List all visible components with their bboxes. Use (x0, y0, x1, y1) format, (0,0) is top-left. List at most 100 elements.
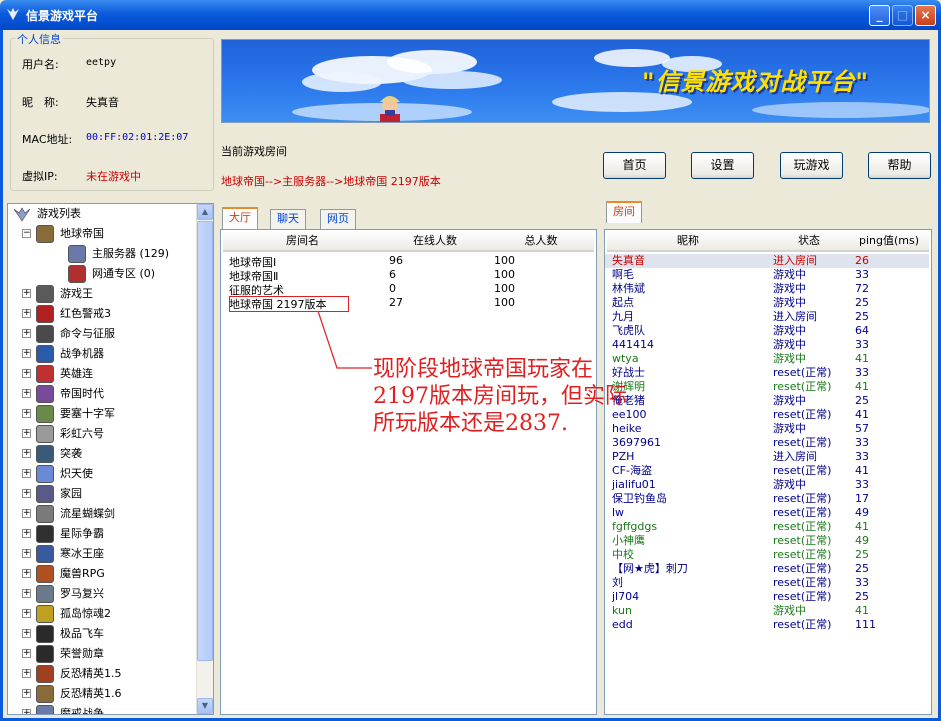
player-row[interactable]: 九月 进入房间 25 (605, 310, 929, 324)
player-row[interactable]: ee100 reset(正常) 41 (605, 408, 929, 422)
player-row[interactable]: lw reset(正常) 49 (605, 506, 929, 520)
player-name: CF-海盗 (612, 464, 652, 477)
expand-icon[interactable]: + (22, 669, 31, 678)
tree-item-label: 家园 (60, 487, 82, 500)
player-row[interactable]: jialifu01 游戏中 33 (605, 478, 929, 492)
expand-icon[interactable]: + (22, 489, 31, 498)
expand-icon[interactable]: + (22, 589, 31, 598)
gears-icon (36, 345, 54, 363)
player-row[interactable]: kun 游戏中 41 (605, 604, 929, 618)
expand-icon[interactable]: + (22, 469, 31, 478)
title-bar[interactable]: 信景游戏平台 _ □ × (0, 0, 941, 30)
tree-item-label: 红色警戒3 (60, 307, 111, 320)
room-cell-online[interactable]: 96 (389, 254, 403, 267)
minimize-button[interactable]: _ (869, 5, 890, 26)
play-game-button[interactable]: 玩游戏 (780, 152, 843, 179)
expand-icon[interactable]: + (22, 569, 31, 578)
header-room-name[interactable]: 房间名 (223, 232, 382, 252)
header-nickname[interactable]: 昵称 (607, 232, 769, 252)
player-row[interactable]: 林伟斌 游戏中 72 (605, 282, 929, 296)
player-ping: 33 (855, 268, 869, 281)
room-cell-online[interactable]: 27 (389, 296, 403, 309)
expand-icon[interactable]: + (22, 549, 31, 558)
scroll-thumb[interactable] (197, 221, 213, 661)
player-row[interactable]: edd reset(正常) 111 (605, 618, 929, 632)
header-online[interactable]: 在线人数 (382, 232, 488, 252)
player-row[interactable]: 【网★虎】刺刀 reset(正常) 25 (605, 562, 929, 576)
player-row[interactable]: heike 游戏中 57 (605, 422, 929, 436)
player-row[interactable]: 啊毛 游戏中 33 (605, 268, 929, 282)
player-row[interactable]: jl704 reset(正常) 25 (605, 590, 929, 604)
expand-icon[interactable]: + (22, 389, 31, 398)
expand-icon[interactable]: + (22, 369, 31, 378)
expand-icon[interactable]: + (22, 349, 31, 358)
player-row[interactable]: CF-海盗 reset(正常) 41 (605, 464, 929, 478)
room-cell-total[interactable]: 100 (494, 282, 515, 295)
header-ping[interactable]: ping值(ms) (849, 232, 929, 252)
player-row[interactable]: 刘 reset(正常) 33 (605, 576, 929, 590)
room-cell-online[interactable]: 0 (389, 282, 396, 295)
player-row[interactable]: 小神鹰 reset(正常) 49 (605, 534, 929, 548)
player-status: reset(正常) (773, 408, 832, 421)
close-button[interactable]: × (915, 5, 936, 26)
player-row[interactable]: 谢辉明 reset(正常) 41 (605, 380, 929, 394)
player-row[interactable]: PZH 进入房间 33 (605, 450, 929, 464)
tree-scrollbar[interactable]: ▲ ▼ (196, 204, 213, 714)
tab-chat[interactable]: 聊天 (270, 209, 306, 229)
mac-value: 00:FF:02:01:2E:07 (86, 132, 189, 143)
game-list-tree[interactable]: 游戏列表 − 地球帝国 主服务器 (129) 网通专区 (0) + 游戏王 + 红色警戒3 + 命… (7, 203, 214, 715)
room-cell-online[interactable]: 6 (389, 268, 396, 281)
scroll-down-button[interactable]: ▼ (197, 698, 213, 714)
expand-icon[interactable]: + (22, 649, 31, 658)
player-ping: 25 (855, 562, 869, 575)
tab-room[interactable]: 房间 (606, 201, 642, 223)
wings-icon (36, 285, 54, 303)
expand-icon[interactable]: + (22, 529, 31, 538)
expand-icon[interactable]: + (22, 449, 31, 458)
room-cell-total[interactable]: 100 (494, 268, 515, 281)
player-row[interactable]: 失真音 进入房间 26 (605, 254, 929, 268)
room-cell-total[interactable]: 100 (494, 296, 515, 309)
player-status: 游戏中 (773, 478, 806, 491)
player-row[interactable]: 保卫钓鱼岛 reset(正常) 17 (605, 492, 929, 506)
room-list[interactable]: 房间名 在线人数 总人数 地球帝国Ⅰ 96 100 地球帝国Ⅱ 6 100 征服的艺术 0 10… (220, 229, 597, 715)
player-status: 游戏中 (773, 268, 806, 281)
expand-icon[interactable]: + (22, 629, 31, 638)
expand-icon[interactable]: + (22, 689, 31, 698)
expand-icon[interactable]: + (22, 709, 31, 714)
banner[interactable]: "信景游戏对战平台" (221, 39, 930, 123)
player-ping: 33 (855, 338, 869, 351)
tree-item-label: 寒冰王座 (60, 547, 104, 560)
player-row[interactable]: 中校 reset(正常) 25 (605, 548, 929, 562)
expand-icon[interactable]: + (22, 609, 31, 618)
header-status[interactable]: 状态 (769, 232, 849, 252)
player-row[interactable]: fgffgdgs reset(正常) 41 (605, 520, 929, 534)
player-row[interactable]: wtya 游戏中 41 (605, 352, 929, 366)
expand-icon[interactable]: + (22, 429, 31, 438)
player-row[interactable]: 441414 游戏中 33 (605, 338, 929, 352)
tree-root-label: 游戏列表 (37, 207, 81, 220)
collapse-icon[interactable]: − (22, 229, 31, 238)
player-row[interactable]: 3697961 reset(正常) 33 (605, 436, 929, 450)
player-row[interactable]: 好战士 reset(正常) 33 (605, 366, 929, 380)
expand-icon[interactable]: + (22, 289, 31, 298)
expand-icon[interactable]: + (22, 309, 31, 318)
home-button[interactable]: 首页 (603, 152, 666, 179)
room-cell-total[interactable]: 100 (494, 254, 515, 267)
player-row[interactable]: 起点 游戏中 25 (605, 296, 929, 310)
help-button[interactable]: 帮助 (868, 152, 931, 179)
expand-icon[interactable]: + (22, 509, 31, 518)
player-row[interactable]: 俺老猪 游戏中 25 (605, 394, 929, 408)
settings-button[interactable]: 设置 (691, 152, 754, 179)
expand-icon[interactable]: + (22, 409, 31, 418)
expand-icon[interactable]: + (22, 329, 31, 338)
player-row[interactable]: 飞虎队 游戏中 64 (605, 324, 929, 338)
header-total[interactable]: 总人数 (488, 232, 594, 252)
tab-web[interactable]: 网页 (320, 209, 356, 229)
tab-lobby[interactable]: 大厅 (222, 207, 258, 229)
player-ping: 41 (855, 408, 869, 421)
player-list[interactable]: 昵称 状态 ping值(ms) 失真音 进入房间 26 啊毛 游戏中 33 林伟斌 游戏中 72… (604, 229, 932, 715)
annotation-highlight-box (229, 296, 349, 312)
player-name: jl704 (612, 590, 640, 603)
scroll-up-button[interactable]: ▲ (197, 204, 213, 220)
